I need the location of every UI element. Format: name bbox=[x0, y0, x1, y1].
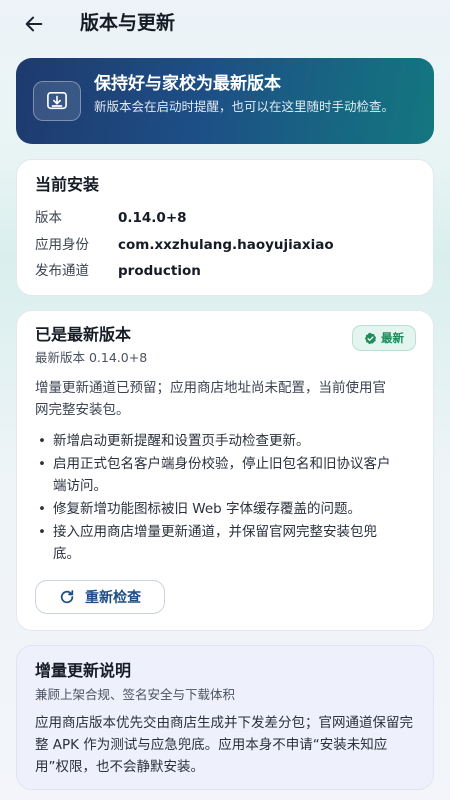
latest-subtitle: 最新版本 0.14.0+8 bbox=[35, 350, 148, 365]
channel-label: 发布通道 bbox=[35, 263, 89, 279]
changelog-item: 启用正式包名客户端身份校验，停止旧包名和旧协议客户端访问。 bbox=[35, 453, 395, 497]
channel-value: production bbox=[118, 263, 201, 279]
explain-body: 应用商店版本优先交由商店生成并下发差分包；官网通道保留完整 APK 作为测试与应… bbox=[35, 715, 413, 775]
refresh-icon bbox=[60, 590, 74, 604]
recheck-button[interactable]: 重新检查 bbox=[35, 580, 165, 614]
hero-description: 新版本会在启动时提醒，也可以在这里随时手动检查。 bbox=[94, 99, 395, 114]
explain-title: 增量更新说明 bbox=[35, 661, 132, 680]
arrow-left-icon bbox=[25, 16, 43, 32]
page-title: 版本与更新 bbox=[80, 12, 176, 34]
current-install-card: 当前安装 版本 0.14.0+8 应用身份 com.xxzhulang.haoy… bbox=[16, 159, 434, 296]
hero-title: 保持好与家校为最新版本 bbox=[94, 74, 281, 94]
latest-notice: 增量更新通道已预留；应用商店地址尚未配置，当前使用官网完整安装包。 bbox=[35, 380, 386, 418]
recheck-label: 重新检查 bbox=[85, 590, 141, 606]
hero-icon-box bbox=[33, 81, 81, 121]
changelog-item: 接入应用商店增量更新通道，并保留官网完整安装包兜底。 bbox=[35, 521, 395, 565]
changelog-item: 修复新增功能图标被旧 Web 字体缓存覆盖的问题。 bbox=[35, 498, 395, 520]
status-badge: 最新 bbox=[352, 325, 416, 351]
version-label: 版本 bbox=[35, 210, 62, 226]
latest-title: 已是最新版本 bbox=[35, 325, 132, 344]
changelog-item: 新增启动更新提醒和设置页手动检查更新。 bbox=[35, 430, 395, 452]
app-bar: 版本与更新 bbox=[0, 0, 450, 48]
download-box-icon bbox=[47, 92, 67, 110]
app-id-label: 应用身份 bbox=[35, 237, 89, 253]
explain-subtitle: 兼顾上架合规、签名安全与下载体积 bbox=[35, 687, 236, 702]
changelog-list: 新增启动更新提醒和设置页手动检查更新。 启用正式包名客户端身份校验，停止旧包名和… bbox=[35, 430, 395, 566]
hero-banner: 保持好与家校为最新版本 新版本会在启动时提醒，也可以在这里随时手动检查。 bbox=[16, 58, 434, 144]
badge-label: 最新 bbox=[381, 331, 404, 345]
back-button[interactable] bbox=[20, 10, 48, 38]
latest-version-card: 已是最新版本 最新 最新版本 0.14.0+8 增量更新通道已预留；应用商店地址… bbox=[16, 310, 434, 631]
version-value: 0.14.0+8 bbox=[118, 210, 187, 226]
app-id-value: com.xxzhulang.haoyujiaxiao bbox=[118, 237, 334, 253]
incremental-update-card: 增量更新说明 兼顾上架合规、签名安全与下载体积 应用商店版本优先交由商店生成并下… bbox=[16, 645, 434, 790]
check-circle-icon bbox=[364, 332, 377, 344]
install-title: 当前安装 bbox=[35, 175, 100, 194]
